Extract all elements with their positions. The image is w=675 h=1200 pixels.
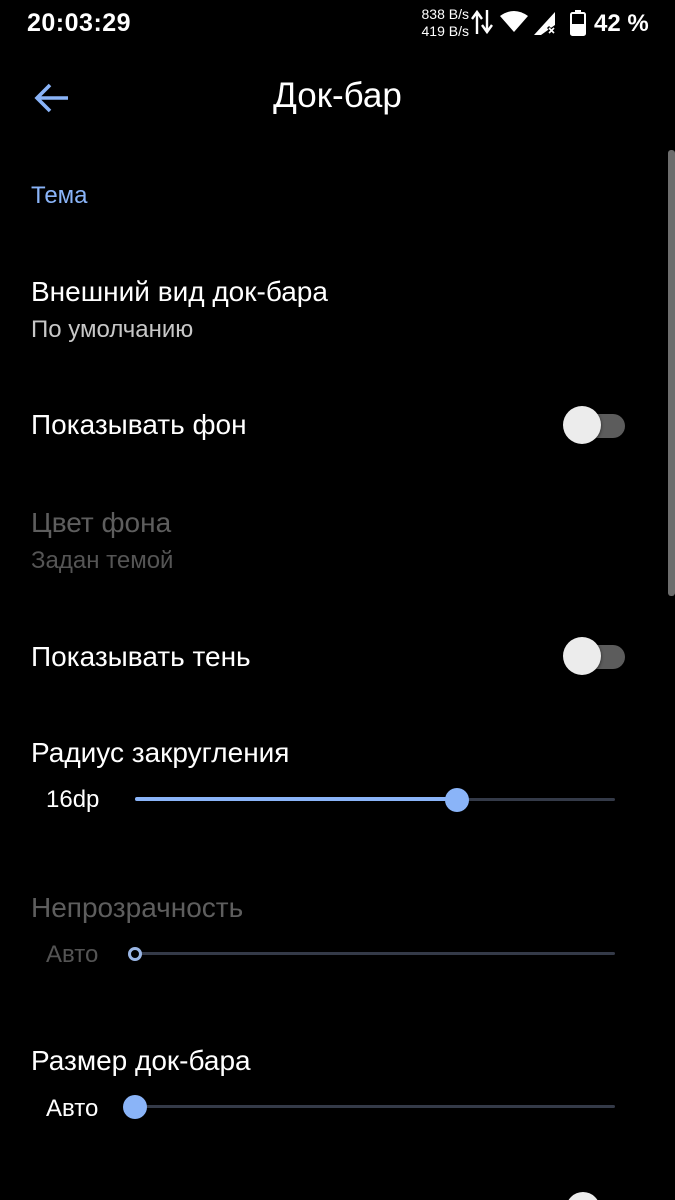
- status-time: 20:03:29: [27, 9, 132, 37]
- toggle-thumb: [563, 406, 601, 444]
- show-shadow-toggle[interactable]: [563, 635, 625, 677]
- slider-value: Авто: [46, 941, 99, 968]
- network-speed: 838 B/s 419 B/s: [405, 6, 469, 40]
- section-header-theme: Тема: [31, 182, 88, 209]
- pref-title: Непрозрачность: [31, 892, 244, 923]
- slider-rail: [135, 1105, 615, 1108]
- pref-title: Показывать фон: [31, 409, 247, 440]
- slider-knob: [128, 947, 142, 961]
- slider-fill: [135, 797, 457, 801]
- slider-rail: [135, 952, 615, 955]
- slider-knob[interactable]: [123, 1095, 147, 1119]
- pref-title: Размер док-бара: [31, 1045, 251, 1076]
- battery-percent: 42 %: [594, 10, 649, 37]
- opacity-slider: [128, 939, 615, 969]
- pref-title: Показывать тень: [31, 641, 251, 672]
- dock-size-slider[interactable]: [123, 1092, 615, 1122]
- scrollbar[interactable]: [668, 150, 675, 596]
- settings-screen: 20:03:29 838 B/s 419 B/s 42 % Док-бар Те…: [0, 0, 675, 1200]
- pref-title: Радиус закругления: [31, 737, 290, 768]
- toggle-thumb: [563, 637, 601, 675]
- data-arrows-icon: [471, 9, 493, 35]
- pref-title: Внешний вид док-бара: [31, 276, 328, 307]
- signal-icon: [534, 12, 557, 35]
- next-toggle-thumb[interactable]: [566, 1192, 600, 1200]
- status-bar: 20:03:29 838 B/s 419 B/s 42 %: [0, 0, 675, 46]
- slider-value: 16dp: [46, 786, 100, 813]
- battery-icon: [570, 10, 586, 36]
- download-speed: 419 B/s: [421, 23, 469, 39]
- pref-title: Цвет фона: [31, 507, 172, 538]
- pref-summary: По умолчанию: [31, 316, 194, 343]
- pref-summary: Задан темой: [31, 547, 174, 574]
- show-background-toggle[interactable]: [563, 404, 625, 446]
- slider-value: Авто: [46, 1095, 99, 1122]
- corner-radius-slider[interactable]: [135, 785, 615, 815]
- page-title: Док-бар: [273, 76, 402, 115]
- upload-speed: 838 B/s: [421, 6, 469, 22]
- slider-knob[interactable]: [444, 788, 469, 812]
- wifi-icon: [500, 11, 528, 32]
